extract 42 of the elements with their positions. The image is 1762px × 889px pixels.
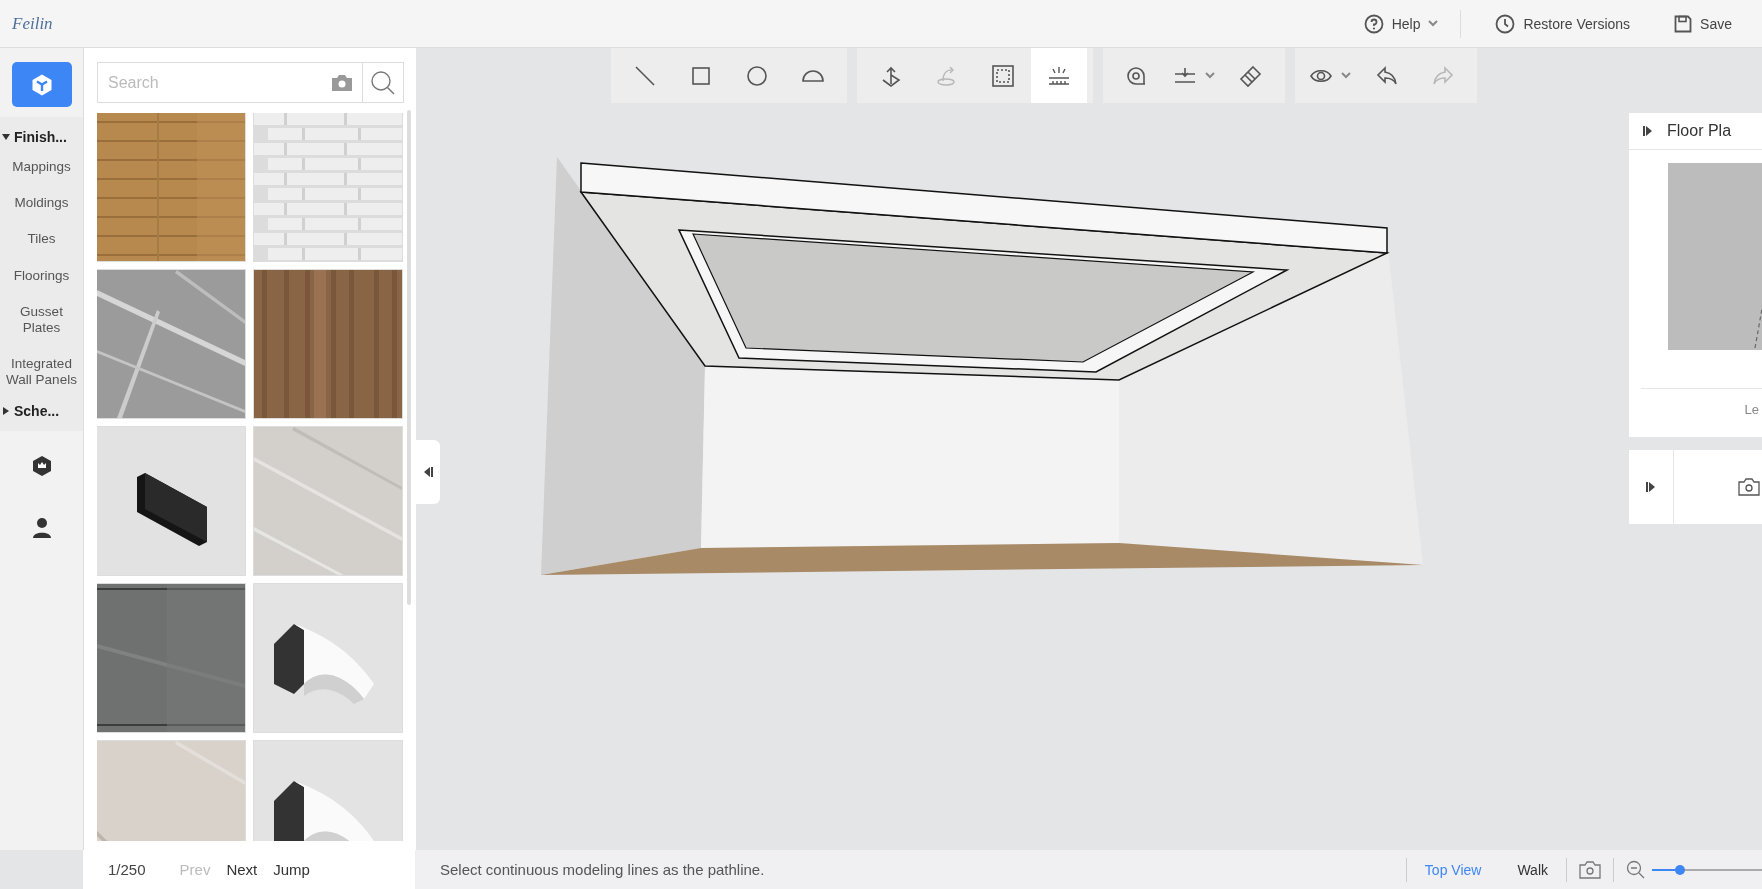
clock-icon xyxy=(1495,13,1516,34)
toolbar-button[interactable] xyxy=(1031,48,1087,103)
next-button[interactable]: Next xyxy=(226,861,258,878)
view-tab[interactable]: Walk xyxy=(1499,861,1566,878)
category-item[interactable]: Tiles xyxy=(0,221,83,258)
jump-button[interactable]: Jump xyxy=(273,861,310,878)
camera-icon[interactable] xyxy=(1738,478,1760,496)
caret-icon xyxy=(1341,72,1351,79)
expand-icon[interactable] xyxy=(1646,481,1656,493)
help-icon xyxy=(1363,13,1384,34)
camera-icon[interactable] xyxy=(1579,859,1601,880)
scrollbar[interactable] xyxy=(407,110,411,605)
category-item[interactable]: Floorings xyxy=(0,257,83,294)
category-section[interactable]: Finish... xyxy=(0,125,69,149)
category-item[interactable]: Moldings xyxy=(0,185,83,222)
header-button[interactable]: Help xyxy=(1353,7,1449,40)
caret-icon xyxy=(2,133,10,141)
header-button[interactable]: Save xyxy=(1664,8,1742,39)
zoom-slider-thumb[interactable] xyxy=(1674,864,1685,875)
page-indicator: 1/250 xyxy=(108,861,146,878)
caret-icon xyxy=(1428,20,1439,27)
save-icon xyxy=(1674,14,1693,33)
search-icon[interactable] xyxy=(370,69,396,96)
caret-icon xyxy=(2,406,10,415)
hexagon-crown-icon[interactable] xyxy=(30,454,53,477)
collapse-handle[interactable] xyxy=(416,440,440,504)
user-icon[interactable] xyxy=(31,516,52,539)
expand-icon[interactable] xyxy=(1643,125,1653,137)
status-message: Select continuous modeling lines as the pathline. xyxy=(440,861,766,878)
collapse-icon xyxy=(423,466,433,478)
search-field[interactable]: Search xyxy=(97,62,404,103)
panel-footer-text: Le xyxy=(1744,401,1759,417)
panel-title: Floor Pla xyxy=(1667,122,1732,140)
header-button[interactable]: Restore Versions xyxy=(1485,7,1641,40)
category-item[interactable]: Gusset Plates xyxy=(0,293,83,347)
category-item[interactable]: Integrated Wall Panels xyxy=(0,346,83,399)
category-section[interactable]: Sche... xyxy=(0,398,62,423)
finishes-tab[interactable] xyxy=(11,62,72,107)
zoom-out-icon[interactable] xyxy=(1626,859,1646,880)
logo: Feilin xyxy=(12,13,53,34)
category-item[interactable]: Mappings xyxy=(0,149,83,186)
caret-icon xyxy=(1205,72,1215,79)
